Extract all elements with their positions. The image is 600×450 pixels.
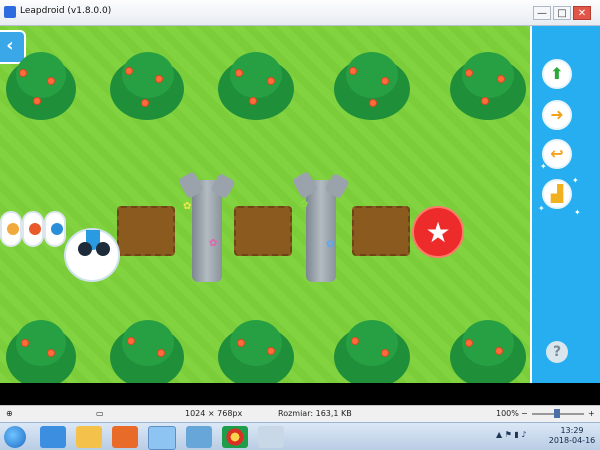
chrome-icon[interactable] bbox=[222, 426, 248, 448]
caterpillar-head[interactable] bbox=[64, 228, 120, 282]
image-icon: ▭ bbox=[96, 409, 104, 418]
flower-icon: ✿ bbox=[183, 201, 192, 212]
bush bbox=[102, 48, 192, 128]
bush bbox=[210, 316, 300, 383]
letterbox-bar bbox=[0, 383, 600, 405]
minimize-button[interactable]: — bbox=[533, 6, 551, 20]
clock-time: 13:29 bbox=[560, 426, 584, 435]
flower-icon: ✿ bbox=[326, 239, 335, 250]
folder-icon[interactable] bbox=[76, 426, 102, 448]
goal-star-icon[interactable]: ★ bbox=[412, 206, 464, 258]
bush bbox=[0, 48, 88, 128]
system-tray[interactable]: ▲ ⚑ ▮ ♪ bbox=[496, 430, 538, 442]
caterpillar-segment bbox=[22, 211, 44, 247]
zoom-level: 100% bbox=[496, 409, 519, 418]
stairs-icon[interactable]: ▟ bbox=[542, 179, 572, 209]
paint-icon[interactable] bbox=[258, 426, 284, 448]
dead-tree-obstacle bbox=[306, 180, 336, 282]
bush bbox=[102, 316, 192, 383]
dirt-tile bbox=[352, 206, 410, 256]
store-icon[interactable] bbox=[148, 426, 176, 450]
zoom-in-button[interactable]: + bbox=[588, 409, 595, 418]
caterpillar-segment bbox=[44, 211, 66, 247]
bush bbox=[0, 316, 88, 383]
zoom-slider[interactable] bbox=[532, 409, 584, 418]
bush bbox=[442, 316, 530, 383]
media-player-icon[interactable] bbox=[112, 426, 138, 448]
sparkle-icon: ✦ bbox=[574, 208, 581, 217]
sparkle-icon: ✦ bbox=[540, 162, 547, 171]
start-button[interactable] bbox=[4, 426, 26, 448]
maximize-button[interactable]: □ bbox=[553, 6, 571, 20]
bush bbox=[442, 48, 530, 128]
help-button[interactable]: ? bbox=[546, 341, 568, 363]
bush bbox=[210, 48, 300, 128]
flower-icon: ✿ bbox=[209, 238, 218, 249]
dirt-tile bbox=[117, 206, 175, 256]
dimensions-text: 1024 × 768px bbox=[185, 409, 243, 418]
status-bar: ⊕ ▭ 1024 × 768px Rozmiar: 163,1 KB 100% … bbox=[0, 405, 600, 422]
app-icon[interactable] bbox=[186, 426, 212, 448]
command-panel: ⬆ ➜ ↩ ▟ ✦ ✦ ✦ ✦ ? bbox=[530, 26, 600, 383]
window-title: Leapdroid (v1.8.0.0) bbox=[20, 6, 112, 16]
window-titlebar: Leapdroid (v1.8.0.0) — □ ✕ bbox=[0, 0, 600, 26]
clock[interactable]: 13:29 2018-04-16 bbox=[548, 426, 596, 446]
close-button[interactable]: ✕ bbox=[573, 6, 591, 20]
game-board: ‹ ✿ ✿ ✿ ✿ ★ bbox=[0, 26, 530, 383]
zoom-slider-handle[interactable] bbox=[554, 409, 560, 418]
caterpillar-segment bbox=[0, 211, 22, 247]
dirt-tile bbox=[234, 206, 292, 256]
bush bbox=[326, 316, 416, 383]
bush bbox=[326, 48, 416, 128]
file-size-text: Rozmiar: 163,1 KB bbox=[278, 409, 352, 418]
dead-tree-obstacle bbox=[192, 180, 222, 282]
ie-icon[interactable] bbox=[40, 426, 66, 448]
taskbar: ▲ ⚑ ▮ ♪ 13:29 2018-04-16 bbox=[0, 422, 600, 450]
up-arrow-icon[interactable]: ⬆ bbox=[542, 59, 572, 89]
sparkle-icon: ✦ bbox=[538, 204, 545, 213]
app-icon bbox=[4, 6, 16, 18]
sparkle-icon: ✦ bbox=[572, 176, 579, 185]
clock-date: 2018-04-16 bbox=[548, 436, 596, 445]
zoom-out-button[interactable]: − bbox=[521, 409, 528, 418]
nav-icon[interactable]: ⊕ bbox=[6, 409, 13, 418]
turn-right-icon[interactable]: ➜ bbox=[542, 100, 572, 130]
flower-icon: ✿ bbox=[300, 199, 309, 210]
